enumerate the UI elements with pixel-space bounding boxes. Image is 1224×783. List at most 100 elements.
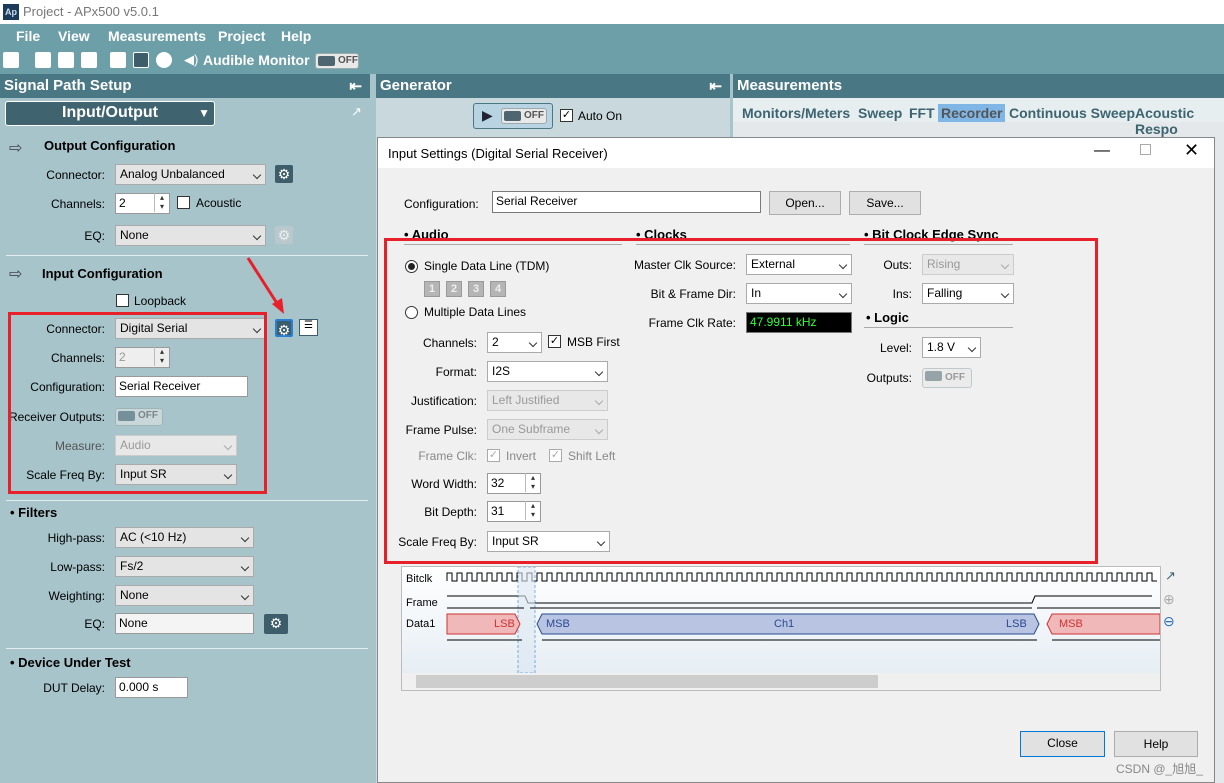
popout-icon[interactable]: ↗ xyxy=(351,104,362,120)
filter-eq-field[interactable]: None xyxy=(115,613,254,634)
signal-path-selector[interactable]: Input/Output ▼ xyxy=(5,101,215,126)
save-button[interactable]: Save... xyxy=(849,191,921,215)
open-icon[interactable] xyxy=(35,52,51,68)
zoom-in-icon[interactable]: ⊕ xyxy=(1163,591,1175,608)
horizontal-scrollbar[interactable] xyxy=(402,673,1160,690)
output-eq-select[interactable]: None xyxy=(115,225,266,246)
list-settings-icon[interactable]: ☰ xyxy=(299,319,318,336)
output-icon: ⇨ xyxy=(9,140,23,157)
acoustic-checkbox[interactable] xyxy=(177,196,190,209)
save-icon[interactable] xyxy=(58,52,74,68)
divider xyxy=(6,648,368,649)
play-icon: ▶ xyxy=(482,107,493,123)
highpass-label: High-pass: xyxy=(47,531,105,545)
configuration-label: Configuration: xyxy=(404,197,479,211)
filters-title: • Filters xyxy=(10,505,58,520)
input-icon: ⇨ xyxy=(9,266,23,283)
gear-icon[interactable]: ⚙ xyxy=(275,165,293,183)
waveform-icon[interactable] xyxy=(133,52,149,68)
loopback-label: Loopback xyxy=(134,294,187,308)
generator-toggle[interactable]: OFF xyxy=(501,108,547,124)
zoom-out-icon[interactable]: ⊖ xyxy=(1163,613,1175,630)
maximize-button[interactable] xyxy=(1140,144,1151,155)
minimize-button[interactable]: — xyxy=(1094,142,1110,160)
gear-icon[interactable]: ⚙ xyxy=(264,614,288,634)
input-config-title: Input Configuration xyxy=(42,266,163,281)
output-connector-select[interactable]: Analog Unbalanced xyxy=(115,164,266,185)
dut-title: • Device Under Test xyxy=(10,655,131,670)
red-arrow xyxy=(246,257,284,314)
auto-on-checkbox[interactable]: ✓ xyxy=(560,109,573,122)
lowpass-select[interactable]: Fs/2 xyxy=(115,556,254,577)
menu-measurements[interactable]: Measurements xyxy=(108,28,206,44)
dropdown-arrow-icon: ▼ xyxy=(198,106,210,120)
menu-bar: File View Measurements Project Help xyxy=(0,24,1224,48)
close-button[interactable]: Close xyxy=(1020,731,1105,757)
collapse-icon[interactable]: ⇤ xyxy=(349,77,362,95)
measurements-title: Measurements xyxy=(737,77,843,94)
menu-project[interactable]: Project xyxy=(218,28,265,44)
auto-on-label: Auto On xyxy=(578,109,623,123)
lsb-label: LSB xyxy=(1006,618,1027,630)
toolbar: ◀) Audible Monitor OFF xyxy=(0,48,1224,74)
panel-title: Signal Path Setup xyxy=(4,77,132,94)
window-title: Project - APx500 v5.0.1 xyxy=(23,4,159,19)
swap-icon[interactable] xyxy=(110,52,126,68)
generator-play-button[interactable]: ▶ OFF xyxy=(473,103,553,129)
tab-fft[interactable]: FFT xyxy=(906,104,938,122)
menu-view[interactable]: View xyxy=(58,28,90,44)
frame-wave xyxy=(447,595,1152,604)
tab-sweep[interactable]: Sweep xyxy=(855,104,905,122)
watermark: CSDN @_旭旭_ xyxy=(1116,762,1203,776)
audible-monitor-label: Audible Monitor xyxy=(203,52,310,68)
scrollbar-thumb[interactable] xyxy=(416,675,878,688)
cursor-region xyxy=(517,567,536,673)
lowpass-label: Low-pass: xyxy=(50,560,105,574)
app-logo: Ap xyxy=(3,4,19,20)
output-config-title: Output Configuration xyxy=(44,138,176,153)
tab-acoustic-response[interactable]: Acoustic Respo xyxy=(1132,104,1224,138)
title-bar: Ap Project - APx500 v5.0.1 xyxy=(0,0,1224,24)
msb-label: MSB xyxy=(1059,618,1083,630)
popout-icon[interactable]: ↗ xyxy=(1165,568,1176,584)
audible-monitor-toggle[interactable]: OFF xyxy=(315,53,359,69)
collapse-icon[interactable]: ⇤ xyxy=(709,77,722,95)
new-file-icon[interactable] xyxy=(3,52,19,68)
lsb-label: LSB xyxy=(494,618,515,630)
dialog-title: Input Settings (Digital Serial Receiver) xyxy=(388,146,608,161)
gear-icon: ⚙ xyxy=(275,226,293,244)
tab-monitors-meters[interactable]: Monitors/Meters xyxy=(739,104,853,122)
output-channels-stepper[interactable]: 2 xyxy=(115,193,170,214)
dut-delay-field[interactable]: 0.000 s xyxy=(115,677,188,698)
highlight-box xyxy=(8,312,267,494)
connector-label: Connector: xyxy=(46,168,105,182)
open-button[interactable]: Open... xyxy=(769,191,841,215)
tab-recorder[interactable]: Recorder xyxy=(938,104,1006,122)
panel-header: Generator ⇤ xyxy=(376,74,730,98)
weighting-label: Weighting: xyxy=(48,589,105,603)
highpass-select[interactable]: AC (<10 Hz) xyxy=(115,527,254,548)
clock-icon[interactable] xyxy=(156,52,172,68)
menu-help[interactable]: Help xyxy=(281,28,311,44)
channels-label: Channels: xyxy=(50,197,105,211)
dialog-configuration-field[interactable]: Serial Receiver xyxy=(492,191,761,213)
divider xyxy=(6,255,368,256)
tab-continuous-sweep[interactable]: Continuous Sweep xyxy=(1006,104,1138,122)
panel-header: Signal Path Setup ⇤ xyxy=(0,74,370,98)
dialog-title-bar: Input Settings (Digital Serial Receiver)… xyxy=(378,138,1214,168)
msb-label: MSB xyxy=(546,618,570,630)
close-icon[interactable]: ✕ xyxy=(1184,140,1199,161)
weighting-select[interactable]: None xyxy=(115,585,254,606)
highlight-box xyxy=(384,238,1098,564)
speaker-icon: ◀) xyxy=(184,52,199,67)
bitclk-wave xyxy=(446,572,1157,582)
settings-icon[interactable] xyxy=(81,52,97,68)
divider xyxy=(6,500,368,501)
loopback-checkbox[interactable] xyxy=(116,294,129,307)
dut-delay-label: DUT Delay: xyxy=(43,681,105,695)
help-button[interactable]: Help xyxy=(1114,731,1198,757)
generator-title: Generator xyxy=(380,77,452,94)
menu-file[interactable]: File xyxy=(16,28,40,44)
gear-icon[interactable]: ⚙ xyxy=(275,319,293,338)
panel-header: Measurements xyxy=(733,74,1224,98)
